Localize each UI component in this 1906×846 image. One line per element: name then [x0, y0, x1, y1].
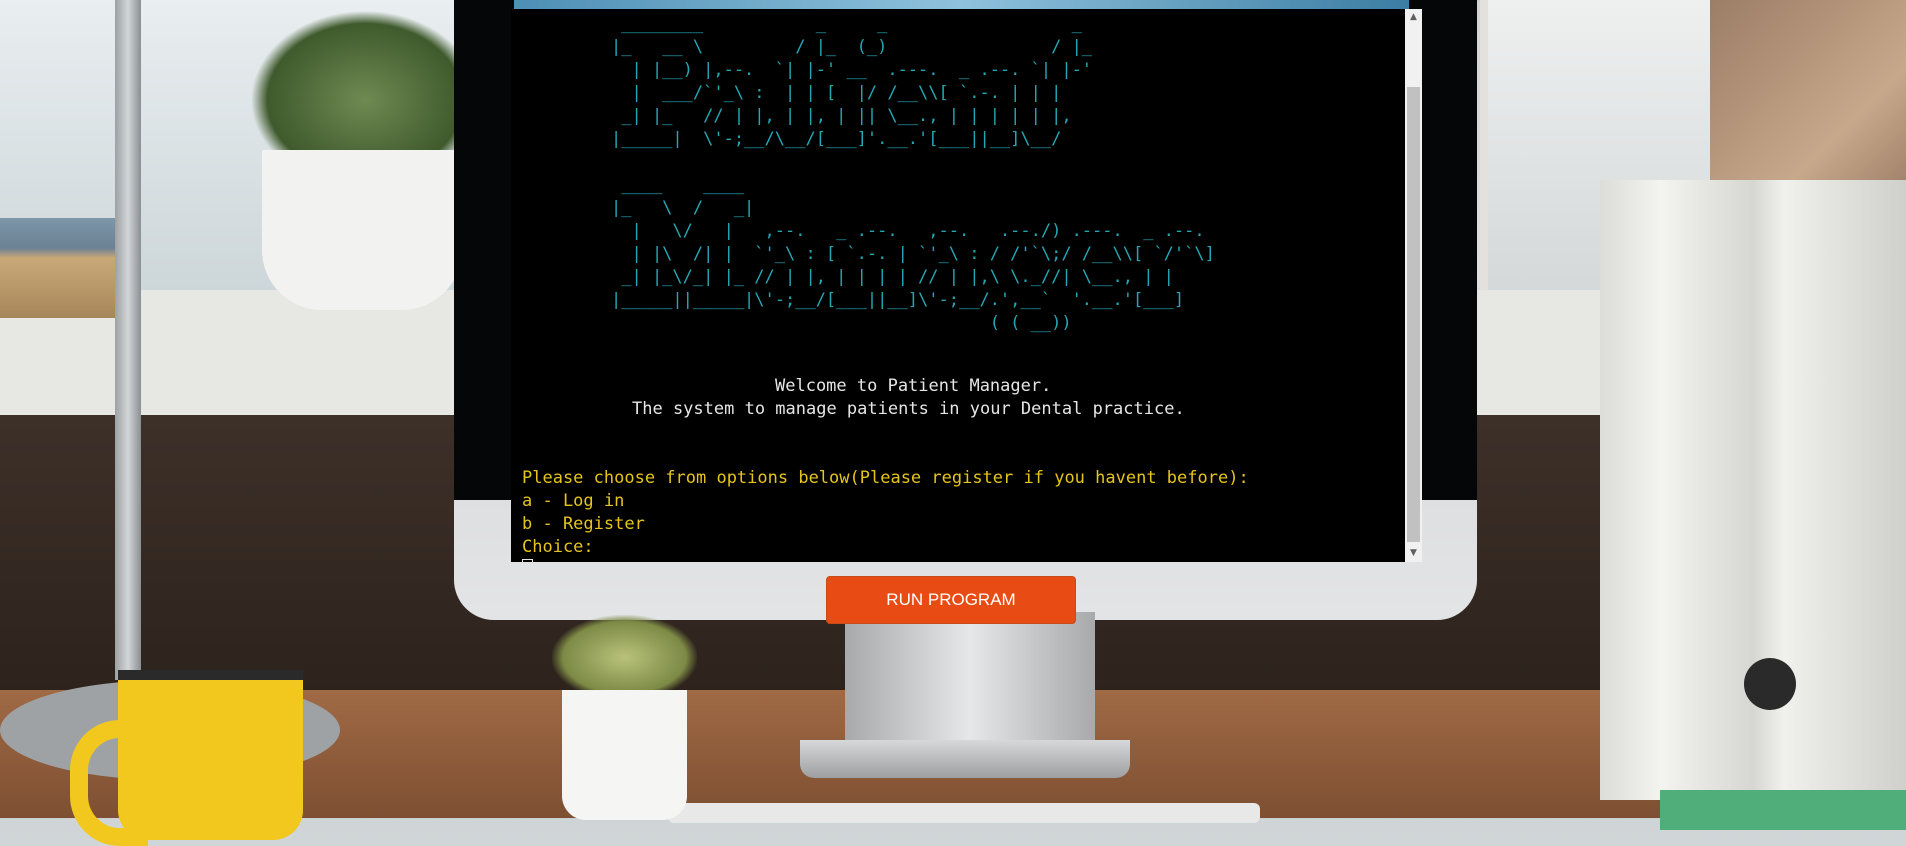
choice-label: Choice:	[522, 537, 594, 557]
prompt-line: Please choose from options below(Please …	[522, 468, 1249, 488]
background-binders	[1600, 180, 1906, 800]
background-small-pot	[562, 690, 687, 820]
terminal[interactable]: ________ _ _ _ |_ __ \ / |_ (_) / |_ | |_…	[511, 9, 1405, 562]
background-succulent	[552, 615, 697, 700]
scroll-thumb[interactable]	[1407, 87, 1420, 542]
option-log-in: a - Log in	[522, 491, 625, 511]
ascii-title-line: _| |_\/_| |_ // | |, | | | | // | |,\ \.…	[611, 267, 1174, 287]
scroll-down-arrow-icon[interactable]: ▼	[1405, 545, 1422, 562]
ascii-title-line: |_ \ / _|	[611, 198, 755, 218]
monitor-stand	[845, 612, 1095, 757]
ascii-title-line: |_____||_____|\'-;__/[___||__]\'-;__/.',…	[611, 290, 1185, 310]
ascii-title: ________ _ _ _ |_ __ \ / |_ (_) / |_ | |_…	[511, 9, 1403, 335]
terminal-output: ________ _ _ _ |_ __ \ / |_ (_) / |_ | |_…	[511, 9, 1403, 562]
background-plant	[250, 10, 480, 160]
background-keyboard	[668, 803, 1260, 823]
background-books	[0, 218, 115, 318]
subtitle-line: The system to manage patients in your De…	[632, 399, 1185, 419]
ascii-title-line: ________ _ _ _	[611, 14, 1082, 34]
background-mug	[118, 670, 303, 840]
welcome-line: Welcome to Patient Manager.	[775, 376, 1052, 396]
run-program-button[interactable]: RUN PROGRAM	[826, 576, 1076, 624]
ascii-title-line: ____ ____	[611, 175, 745, 195]
terminal-cursor[interactable]	[522, 559, 533, 562]
monitor-stand-base	[800, 740, 1130, 778]
background-plant-pot	[262, 150, 462, 310]
screen-top-strip	[514, 0, 1409, 9]
ascii-title-line: | \/ | ,--. _ .--. ,--. .--./) .---. _ .…	[611, 221, 1205, 241]
background-binder-hole	[1744, 658, 1796, 710]
ascii-title-line: ( ( __))	[611, 313, 1072, 333]
background-green-book	[1660, 790, 1906, 830]
ascii-title-line: | ___/`'_\ : | | [ |/ /__\\[ `.-. | | |	[611, 83, 1062, 103]
ascii-title-line	[611, 151, 1403, 174]
scroll-up-arrow-icon[interactable]: ▲	[1405, 9, 1422, 26]
ascii-title-line: | |__) |,--. `| |-' __ .---. _ .--. `| |…	[611, 60, 1093, 80]
terminal-scrollbar[interactable]: ▲ ▼	[1405, 9, 1422, 562]
option-register: b - Register	[522, 514, 645, 534]
ascii-title-line: |_____| \'-;__/\__/[___]'.__.'[___||__]\…	[611, 129, 1062, 149]
ascii-title-line: _| |_ // | |, | |, | || \__., | | | | | …	[611, 106, 1072, 126]
background-lamp-pole	[115, 0, 141, 680]
ascii-title-line: | |\ /| | `'_\ : [ `.-. | `'_\ : / /'`\;…	[611, 244, 1215, 264]
ascii-title-line: |_ __ \ / |_ (_) / |_	[611, 37, 1093, 57]
